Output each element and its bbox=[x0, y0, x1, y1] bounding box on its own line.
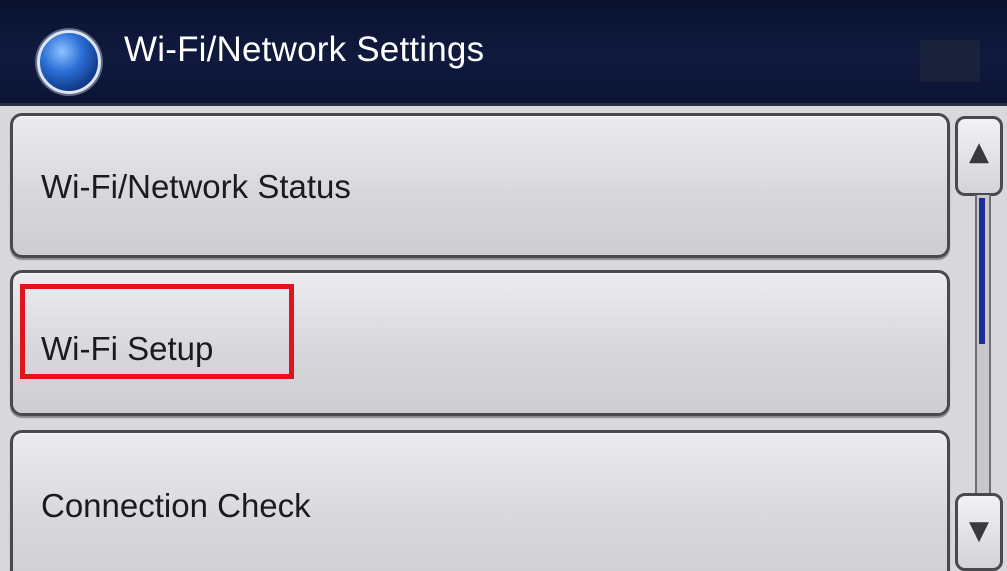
scroll-up-button[interactable]: ▲ bbox=[955, 116, 1003, 196]
menu-item-label: Connection Check bbox=[41, 487, 311, 524]
triangle-down-icon: ▼ bbox=[969, 516, 989, 546]
menu-item-label: Wi-Fi/Network Status bbox=[41, 168, 351, 205]
triangle-up-icon: ▲ bbox=[969, 137, 989, 167]
scrollbar-thumb[interactable] bbox=[979, 198, 985, 344]
globe-icon bbox=[37, 30, 101, 94]
menu-item-connection-check[interactable]: Connection Check bbox=[10, 430, 950, 571]
menu-item-label: Wi-Fi Setup bbox=[41, 330, 214, 367]
menu-item-wifi-network-status[interactable]: Wi-Fi/Network Status bbox=[10, 113, 950, 258]
header-status-indicator bbox=[920, 40, 980, 82]
printer-lcd-screen: Wi-Fi/Network Settings Wi-Fi/Network Sta… bbox=[0, 0, 1007, 571]
page-title: Wi-Fi/Network Settings bbox=[124, 30, 485, 69]
title-bar: Wi-Fi/Network Settings bbox=[0, 0, 1007, 106]
menu-item-wifi-setup[interactable]: Wi-Fi Setup bbox=[10, 270, 950, 416]
scroll-down-button[interactable]: ▼ bbox=[955, 493, 1003, 571]
